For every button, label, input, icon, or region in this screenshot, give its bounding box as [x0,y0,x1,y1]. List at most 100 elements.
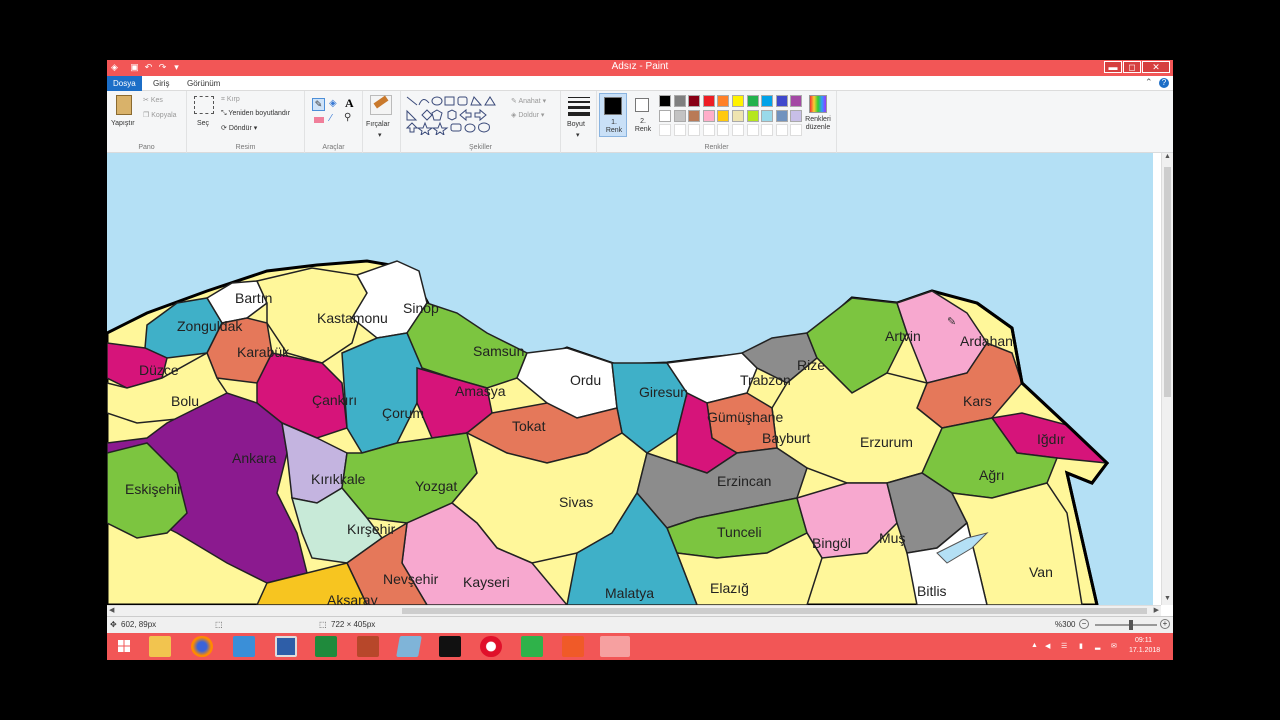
palette-swatch[interactable] [790,95,803,107]
palette-swatch[interactable] [659,95,671,107]
scroll-right-icon[interactable]: ▶ [1154,606,1159,614]
signal-icon[interactable]: ▂ [1095,642,1100,650]
help-icon[interactable]: ? [1159,78,1169,88]
shape-rounded-rectangle[interactable] [457,96,468,106]
maximize-button[interactable]: ◻ [1123,61,1141,73]
clock-time[interactable]: 09:11 [1135,637,1152,644]
palette-swatch[interactable] [761,109,774,122]
publisher-icon[interactable] [357,636,379,657]
resize-button[interactable]: ⤡ Yeniden boyutlandır [221,110,290,118]
volume-icon[interactable]: ◀ [1045,642,1050,650]
remote-desktop-icon[interactable] [275,636,297,657]
shape-star[interactable] [416,121,434,135]
fill-button[interactable]: ◈ Doldur ▾ [511,111,544,119]
shape-star-5[interactable] [431,121,449,135]
palette-swatch[interactable] [717,95,730,107]
shape-oval-callout[interactable] [464,123,476,133]
shape-pentagon[interactable] [431,109,443,121]
opera-icon[interactable] [480,636,502,657]
custom-color-slot[interactable] [659,124,671,137]
palette-swatch[interactable] [790,109,803,122]
clock-date[interactable]: 17.1.2018 [1129,647,1160,654]
scroll-down-icon[interactable]: ▼ [1162,595,1173,605]
custom-color-slot[interactable] [732,124,744,137]
custom-color-slot[interactable] [790,124,803,137]
custom-color-slot[interactable] [775,124,788,137]
text-tool-icon[interactable]: A [345,96,354,111]
palette-swatch[interactable] [717,109,730,122]
rotate-button[interactable]: ⟳ Döndür ▾ [221,124,257,132]
copy-button[interactable]: ❐ Kopyala [143,111,177,119]
shapes-gallery[interactable] [403,95,503,135]
shape-up-arrow[interactable] [405,122,419,133]
edit-colors-button[interactable]: Renkleri düzenle [803,116,833,132]
zoom-out-button[interactable]: − [1079,619,1089,629]
close-button[interactable]: ✕ [1142,61,1170,73]
scroll-left-icon[interactable]: ◀ [109,606,114,614]
start-button[interactable] [113,636,135,657]
palette-swatch[interactable] [761,95,774,107]
custom-color-slot[interactable] [673,124,686,137]
color2-selector[interactable]: 2. Renk [630,93,656,137]
shape-oval[interactable] [431,96,443,106]
magnifier-icon[interactable]: ⚲ [344,112,351,123]
crop-button[interactable]: ⌗ Kırp [221,96,240,104]
tab-view[interactable]: Görünüm [181,76,226,91]
shape-curve[interactable] [418,99,430,106]
size-button[interactable]: Boyut [567,121,585,128]
custom-color-slot[interactable] [717,124,730,137]
zoom-slider[interactable] [1095,620,1157,630]
collapse-ribbon-icon[interactable]: ⌃ [1145,77,1153,88]
zoom-in-button[interactable]: + [1160,619,1170,629]
shape-cloud-callout[interactable] [478,122,490,133]
store-icon[interactable] [233,636,255,657]
shape-left-arrow[interactable] [459,108,472,122]
firefox-icon[interactable] [191,636,213,657]
tab-file[interactable]: Dosya [107,76,142,91]
select-button[interactable]: Seç [197,120,209,127]
tab-home[interactable]: Giriş [147,76,175,91]
minimize-button[interactable]: ▬ [1104,61,1122,73]
shape-triangle[interactable] [484,96,496,106]
file-explorer-icon[interactable] [149,636,171,657]
palette-swatch[interactable] [775,109,788,122]
palette-swatch[interactable] [732,109,744,122]
scroll-up-icon[interactable]: ▲ [1162,153,1173,163]
zoom-slider-thumb[interactable] [1129,620,1133,630]
fill-bucket-icon[interactable]: ◈ [329,98,337,109]
shape-hexagon[interactable] [447,109,457,121]
palette-swatch[interactable] [702,95,715,107]
excel-icon[interactable] [315,636,337,657]
palette-swatch[interactable] [746,95,759,107]
show-hidden-icons-icon[interactable]: ▲ [1031,642,1038,649]
palette-swatch[interactable] [688,109,701,122]
outline-button[interactable]: ✎ Anahat ▾ [511,97,546,105]
shape-polygon[interactable] [470,96,483,106]
palette-swatch[interactable] [673,109,686,122]
palette-swatch[interactable] [673,95,686,107]
custom-color-slot[interactable] [746,124,759,137]
camtasia-icon[interactable] [521,636,543,657]
palette-swatch[interactable] [659,109,671,122]
custom-color-slot[interactable] [688,124,701,137]
shape-line[interactable] [406,96,418,106]
drawing-canvas[interactable]: Bartın Zonguldak Kastamonu Sinop Karabük Düzc… [107,153,1153,605]
network-icon[interactable]: ☰ [1061,642,1067,650]
stocks-app-icon[interactable] [439,636,461,657]
ccleaner-icon[interactable] [562,636,584,657]
shape-rectangle[interactable] [444,96,455,106]
palette-swatch[interactable] [775,95,788,107]
palette-swatch[interactable] [746,109,759,122]
notes-icon[interactable] [396,636,422,657]
eraser-icon[interactable] [314,117,324,123]
color1-selector[interactable]: 1. Renk [599,93,627,137]
horizontal-scrollbar[interactable]: ◀ ▶ [107,605,1161,616]
custom-color-slot[interactable] [761,124,774,137]
edit-colors-icon[interactable] [809,95,827,113]
pencil-icon[interactable]: ✎ [312,98,325,111]
shape-right-triangle[interactable] [406,109,418,121]
cut-button[interactable]: ✂ Kes [143,96,163,104]
custom-color-slot[interactable] [702,124,715,137]
shape-callout[interactable] [450,123,462,132]
paste-button[interactable]: Yapıştır [111,120,135,127]
